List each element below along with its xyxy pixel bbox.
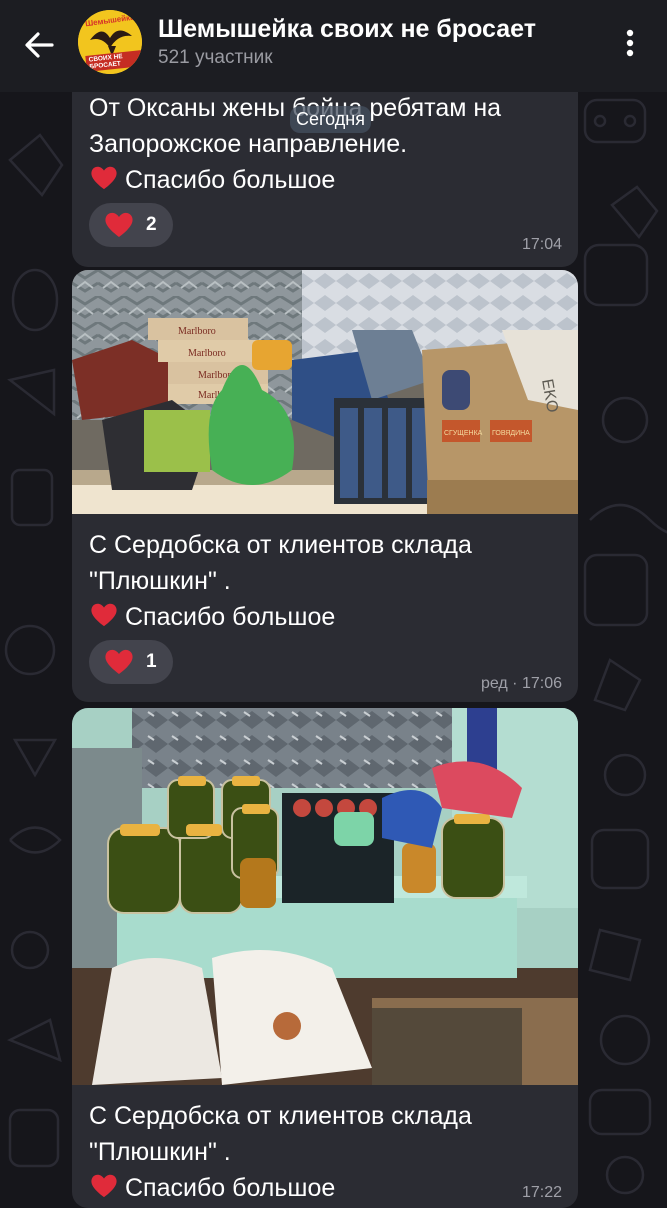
thanks-line: Спасибо большое [89,162,501,198]
more-vertical-icon[interactable] [612,22,648,64]
message-time: 17:22 [521,1184,562,1201]
heart-icon [91,166,117,190]
chat-title[interactable]: Шемышейка своих не бросает [158,15,536,44]
date-separator: Сегодня [290,106,371,133]
heart-icon [105,649,133,674]
reaction-heart[interactable]: 1 [89,640,173,684]
back-arrow-icon[interactable] [18,24,60,66]
heart-icon [91,603,117,627]
photo-label: Marlboro [178,326,216,337]
message-time: ред · 17:06 [480,675,562,692]
heart-icon [105,212,133,237]
message-line: С Сердобска от клиентов склада [89,1102,472,1130]
photo-supplies[interactable]: Marlboro Marlboro Marlboro Marlboro СГУЩ… [72,270,578,514]
message-text: С Сердобска от клиентов склада "Плюшкин"… [89,1098,472,1206]
message-bubble[interactable]: Marlboro Marlboro Marlboro Marlboro СГУЩ… [72,270,578,702]
message-bubble[interactable]: От Оксаны жены бойца ребятам на Запорожс… [72,70,578,267]
thanks-text: Спасибо большое [125,603,336,631]
thanks-text: Спасибо большое [125,166,336,194]
message-text: С Сердобска от клиентов склада "Плюшкин"… [89,527,472,635]
message-line: С Сердобска от клиентов склада [89,531,472,559]
reaction-heart[interactable]: 2 [89,203,173,247]
message-time: 17:04 [521,236,562,253]
member-count: 521 участник [158,47,273,68]
photo-label: СГУЩЕНКА [444,430,483,437]
chat-header: Шемышейка СВОИХ НЕ БРОСАЕТ Шемышейка сво… [0,0,667,92]
photo-label: Marlboro [188,348,226,359]
message-line: "Плюшкин" . [89,1138,231,1166]
group-avatar[interactable]: Шемышейка СВОИХ НЕ БРОСАЕТ [78,10,142,74]
photo-jars[interactable] [72,708,578,1085]
reaction-count: 2 [146,214,157,235]
reaction-count: 1 [146,651,157,672]
thanks-line: Спасибо большое [89,1170,472,1206]
thanks-text: Спасибо большое [125,1174,336,1202]
heart-icon [91,1174,117,1198]
photo-label: ГОВЯДИНА [492,430,530,437]
message-line: "Плюшкин" . [89,567,231,595]
thanks-line: Спасибо большое [89,599,472,635]
message-bubble[interactable]: С Сердобска от клиентов склада "Плюшкин"… [72,708,578,1208]
